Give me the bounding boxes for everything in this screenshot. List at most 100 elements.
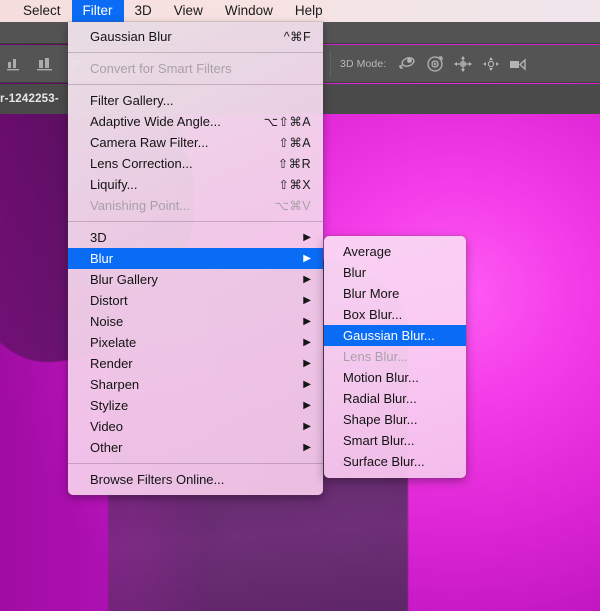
blur-submenu-item-gaussian-blur[interactable]: Gaussian Blur... — [324, 325, 466, 346]
align-bottom-edges-icon[interactable] — [0, 49, 30, 79]
filter-menu-item-video[interactable]: Video ▶ — [68, 416, 323, 437]
filter-menu-item-filter-gallery[interactable]: Filter Gallery... — [68, 90, 323, 111]
align-vertical-centers-icon[interactable] — [30, 49, 60, 79]
menu-item-label: Convert for Smart Filters — [90, 61, 232, 76]
blur-submenu-item-smart-blur[interactable]: Smart Blur... — [324, 430, 466, 451]
filter-menu-item-adaptive-wide-angle[interactable]: Adaptive Wide Angle... ⌥⇧⌘A — [68, 111, 323, 132]
filter-menu-item-other[interactable]: Other ▶ — [68, 437, 323, 458]
filter-menu-item-lens-correction[interactable]: Lens Correction... ⇧⌘R — [68, 153, 323, 174]
document-tab-title[interactable]: r-1242253- — [0, 88, 70, 110]
menu-separator — [68, 463, 323, 464]
blur-submenu-item-average[interactable]: Average — [324, 241, 466, 262]
filter-menu-item-stylize[interactable]: Stylize ▶ — [68, 395, 323, 416]
menu-item-label: 3D — [90, 230, 107, 245]
menu-item-label: Shape Blur... — [343, 412, 418, 427]
menu-item-shortcut: ^⌘F — [283, 30, 311, 44]
menu-item-label: Other — [90, 440, 123, 455]
menu-item-label: Adaptive Wide Angle... — [90, 114, 221, 129]
menu-item-label: Surface Blur... — [343, 454, 425, 469]
3d-mode-label: 3D Mode: — [340, 58, 387, 70]
chevron-right-icon: ▶ — [303, 315, 311, 327]
menubar-item-window[interactable]: Window — [214, 0, 284, 22]
menu-item-label: Distort — [90, 293, 128, 308]
menubar-item-help[interactable]: Help — [284, 0, 334, 22]
menu-item-label: Blur — [90, 251, 114, 266]
filter-menu-item-distort[interactable]: Distort ▶ — [68, 290, 323, 311]
filter-menu-item-3d[interactable]: 3D ▶ — [68, 227, 323, 248]
filter-menu-item-blur[interactable]: Blur ▶ — [68, 248, 323, 269]
blur-submenu-item-blur[interactable]: Blur — [324, 262, 466, 283]
blur-submenu-item-lens-blur: Lens Blur... — [324, 346, 466, 367]
chevron-right-icon: ▶ — [303, 378, 311, 390]
menu-item-label: Lens Correction... — [90, 156, 193, 171]
filter-menu-item-gaussian-blur[interactable]: Gaussian Blur ^⌘F — [68, 26, 323, 47]
menu-item-label: Browse Filters Online... — [90, 472, 225, 487]
filter-menu-item-blur-gallery[interactable]: Blur Gallery ▶ — [68, 269, 323, 290]
menu-item-label: Noise — [90, 314, 124, 329]
menu-item-shortcut: ⌥⇧⌘A — [263, 115, 311, 129]
chevron-right-icon: ▶ — [303, 357, 311, 369]
menu-item-shortcut: ⇧⌘X — [278, 178, 311, 192]
menu-item-shortcut: ⌥⌘V — [274, 199, 311, 213]
menu-separator — [68, 221, 323, 222]
blur-submenu[interactable]: Average Blur Blur More Box Blur... Gaussian … — [324, 236, 466, 478]
menu-item-label: Gaussian Blur — [90, 29, 172, 44]
menu-item-label: Box Blur... — [343, 307, 403, 322]
filter-menu-item-pixelate[interactable]: Pixelate ▶ — [68, 332, 323, 353]
slide-3d-icon[interactable] — [479, 53, 503, 75]
chevron-right-icon: ▶ — [303, 441, 311, 453]
blur-submenu-item-radial-blur[interactable]: Radial Blur... — [324, 388, 466, 409]
chevron-right-icon: ▶ — [303, 399, 311, 411]
camera-3d-icon[interactable] — [507, 53, 531, 75]
chevron-right-icon: ▶ — [303, 294, 311, 306]
filter-menu-item-sharpen[interactable]: Sharpen ▶ — [68, 374, 323, 395]
menu-separator — [68, 84, 323, 85]
3d-mode-group: 3D Mode: — [330, 50, 531, 78]
menu-item-label: Smart Blur... — [343, 433, 415, 448]
filter-menu-item-browse-filters-online[interactable]: Browse Filters Online... — [68, 469, 323, 490]
menu-item-label: Sharpen — [90, 377, 140, 392]
menu-item-label: Pixelate — [90, 335, 137, 350]
menu-item-label: Blur More — [343, 286, 400, 301]
blur-submenu-item-shape-blur[interactable]: Shape Blur... — [324, 409, 466, 430]
filter-menu-item-convert-for-smart-filters: Convert for Smart Filters — [68, 58, 323, 79]
menubar-item-view[interactable]: View — [163, 0, 214, 22]
filter-menu-item-vanishing-point: Vanishing Point... ⌥⌘V — [68, 195, 323, 216]
filter-menu-item-render[interactable]: Render ▶ — [68, 353, 323, 374]
roll-3d-icon[interactable] — [423, 53, 447, 75]
orbit-3d-icon[interactable] — [395, 53, 419, 75]
menu-item-shortcut: ⇧⌘A — [278, 136, 311, 150]
chevron-right-icon: ▶ — [303, 336, 311, 348]
menu-item-label: Lens Blur... — [343, 349, 409, 364]
chevron-right-icon: ▶ — [303, 420, 311, 432]
menu-item-shortcut: ⇧⌘R — [277, 157, 311, 171]
menu-item-label: Render — [90, 356, 133, 371]
menu-item-label: Filter Gallery... — [90, 93, 174, 108]
blur-submenu-item-motion-blur[interactable]: Motion Blur... — [324, 367, 466, 388]
menu-item-label: Blur Gallery — [90, 272, 158, 287]
menu-item-label: Motion Blur... — [343, 370, 419, 385]
chevron-right-icon: ▶ — [303, 231, 311, 243]
menu-item-label: Vanishing Point... — [90, 198, 191, 213]
blur-submenu-item-surface-blur[interactable]: Surface Blur... — [324, 451, 466, 472]
blur-submenu-item-blur-more[interactable]: Blur More — [324, 283, 466, 304]
pan-3d-icon[interactable] — [451, 53, 475, 75]
menu-item-label: Gaussian Blur... — [343, 328, 435, 343]
chevron-right-icon: ▶ — [303, 273, 311, 285]
menubar-item-3d[interactable]: 3D — [124, 0, 163, 22]
menu-item-label: Average — [343, 244, 392, 259]
menubar-item-select[interactable]: Select — [12, 0, 72, 22]
menubar-item-filter[interactable]: Filter — [71, 0, 124, 22]
filter-dropdown-menu[interactable]: Gaussian Blur ^⌘F Convert for Smart Filter… — [68, 22, 323, 495]
menu-item-label: Liquify... — [90, 177, 138, 192]
chevron-right-icon: ▶ — [303, 252, 311, 264]
menu-item-label: Blur — [343, 265, 367, 280]
filter-menu-item-liquify[interactable]: Liquify... ⇧⌘X — [68, 174, 323, 195]
menu-item-label: Video — [90, 419, 124, 434]
photoshop-window: 3D Mode: r-1242253- Select Filter 3D Vie… — [0, 0, 600, 611]
menu-bar: Select Filter 3D View Window Help — [0, 0, 600, 22]
filter-menu-item-noise[interactable]: Noise ▶ — [68, 311, 323, 332]
filter-menu-item-camera-raw-filter[interactable]: Camera Raw Filter... ⇧⌘A — [68, 132, 323, 153]
blur-submenu-item-box-blur[interactable]: Box Blur... — [324, 304, 466, 325]
menu-item-label: Camera Raw Filter... — [90, 135, 209, 150]
